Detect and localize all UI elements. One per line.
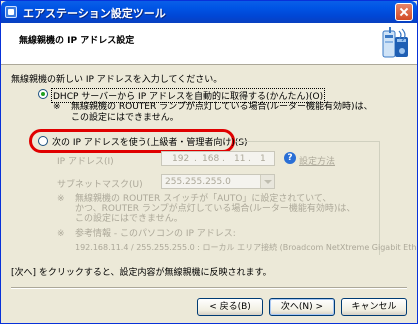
title-bar[interactable]: エアステーション設定ツール <box>1 1 417 23</box>
manual-ip-radio[interactable] <box>38 136 48 146</box>
wireless-router-icon <box>382 27 408 58</box>
note-line-2: この設定にはできません。 <box>71 113 179 123</box>
setup-method-link[interactable]: 設定方法 <box>299 154 335 167</box>
dhcp-radio[interactable] <box>38 89 48 99</box>
app-icon <box>5 6 17 18</box>
ip-address-field[interactable]: 192 . 168 . 11 . 1 <box>161 151 275 166</box>
ip-octet-1[interactable]: 192 <box>172 154 189 164</box>
ip-octet-4[interactable]: 1 <box>260 154 266 164</box>
help-icon[interactable]: ? <box>284 152 296 164</box>
ip-octet-3[interactable]: 11 <box>234 154 245 164</box>
window-title: エアステーション設定ツール <box>23 7 166 20</box>
note-line-1: 無線親機の ROUTER ランプが点灯している場合(ルーター機能有効時)は、 <box>71 102 373 112</box>
router-note-line-3: この設定にはできません。 <box>75 214 183 224</box>
subnet-mask-value: 255.255.255.0 <box>165 177 231 187</box>
ip-dot: . <box>222 154 225 164</box>
ip-dot: . <box>248 154 251 164</box>
manual-ip-option-label[interactable]: 次の IP アドレスを使う(上級者・管理者向け)(S) <box>52 135 248 148</box>
dialog-window: エアステーション設定ツール 無線親機の IP アドレス設定 無線親機の新しい I… <box>0 0 418 324</box>
group-border-top <box>235 141 379 142</box>
reference-label: 参考情報 - このパソコンの IP アドレス: <box>75 229 236 239</box>
cancel-button[interactable]: キャンセル <box>341 298 407 316</box>
note-mark: ※ <box>57 194 65 204</box>
reference-value: 192.168.11.4 / 255.255.255.0 : ローカル エリア接… <box>75 243 417 252</box>
ip-dot: . <box>194 154 197 164</box>
group-border-right <box>379 141 380 255</box>
status-text: [次へ] をクリックすると、設定内容が無線親機に反映されます。 <box>11 268 272 278</box>
note-mark: ※ <box>57 229 65 239</box>
instruction-text: 無線親機の新しい IP アドレスを入力してください。 <box>11 75 223 85</box>
back-button[interactable]: < 戻る(B) <box>197 298 263 316</box>
dhcp-option-label[interactable]: DHCP サーバーから IP アドレスを自動的に取得する(かんたん)(O) <box>51 88 326 103</box>
chevron-down-icon[interactable] <box>260 175 274 188</box>
note-mark: ※ <box>53 102 61 112</box>
ip-octet-2[interactable]: 168 <box>202 154 219 164</box>
subnet-mask-label: サブネットマスク(U) <box>57 180 143 190</box>
subnet-mask-select[interactable]: 255.255.255.0 <box>161 174 275 189</box>
next-button[interactable]: 次へ(N) > <box>269 298 335 316</box>
close-button[interactable] <box>395 3 413 21</box>
wizard-header: 無線親機の IP アドレス設定 <box>1 23 417 65</box>
divider <box>11 287 407 289</box>
page-title: 無線親機の IP アドレス設定 <box>19 36 135 46</box>
ip-address-label: IP アドレス(I) <box>57 157 114 167</box>
